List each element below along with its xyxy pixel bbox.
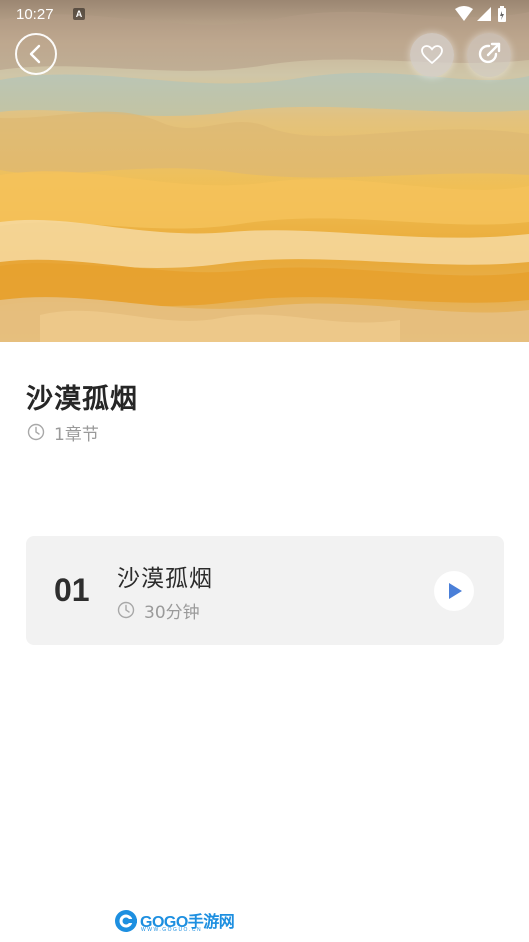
notification-badge: A	[73, 8, 85, 20]
watermark-url: WWW.GOGUO.CN	[141, 927, 203, 933]
track-title: 沙漠孤烟	[117, 566, 213, 592]
chapter-count: 1章节	[54, 424, 99, 445]
clock-icon	[27, 423, 45, 441]
share-icon	[478, 42, 501, 64]
status-icons	[455, 6, 506, 22]
favorite-button[interactable]	[410, 33, 454, 77]
share-button[interactable]	[467, 33, 511, 77]
status-time: 10:27	[16, 6, 54, 23]
clock-icon	[117, 601, 135, 619]
track-duration: 30分钟	[144, 602, 200, 623]
album-title: 沙漠孤烟	[26, 384, 138, 415]
wifi-icon	[455, 6, 473, 21]
track-number: 01	[54, 572, 90, 608]
watermark-logo: GOGO手游网 WWW.GOGUO.CN	[113, 906, 235, 936]
signal-icon	[477, 7, 491, 21]
track-meta: 30分钟	[117, 599, 200, 623]
battery-icon	[498, 6, 506, 22]
play-icon	[449, 583, 462, 599]
heart-icon	[421, 45, 443, 65]
album-meta: 1章节	[27, 421, 99, 445]
play-button[interactable]	[434, 571, 474, 611]
status-bar: 10:27 A	[0, 0, 529, 30]
gogo-logo-icon	[115, 910, 137, 932]
chevron-left-icon	[29, 44, 41, 64]
hero-banner: 10:27 A	[0, 0, 529, 342]
back-button[interactable]	[15, 33, 57, 75]
track-item[interactable]: 01 沙漠孤烟 30分钟	[26, 536, 504, 645]
